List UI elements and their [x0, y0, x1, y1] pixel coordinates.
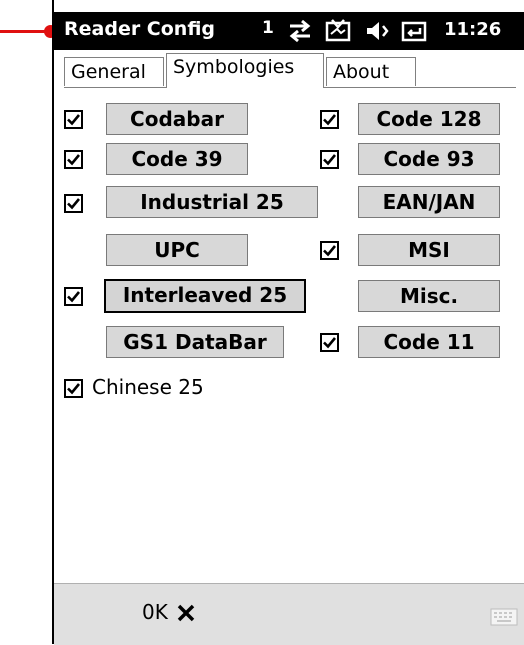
- button-ean-jan[interactable]: EAN/JAN: [358, 186, 500, 218]
- tab-about[interactable]: About: [326, 57, 416, 86]
- checkmark-icon: [67, 383, 81, 395]
- button-upc[interactable]: UPC: [106, 234, 248, 266]
- tab-symbologies[interactable]: Symbologies: [166, 53, 324, 88]
- checkbox-msi[interactable]: [320, 241, 339, 260]
- checkbox-code-11[interactable]: [320, 333, 339, 352]
- button-misc[interactable]: Misc.: [358, 280, 500, 312]
- connection-icon[interactable]: [324, 17, 352, 45]
- battery-icon[interactable]: [400, 17, 428, 45]
- button-gs1-databar[interactable]: GS1 DataBar: [106, 326, 284, 358]
- checkbox-code-93[interactable]: [320, 150, 339, 169]
- sync-arrows-icon[interactable]: [286, 17, 314, 45]
- checkmark-icon: [67, 114, 81, 126]
- symbologies-panel: Codabar Code 128 Code 39 Code 93 Industr…: [54, 88, 524, 583]
- button-code-93[interactable]: Code 93: [358, 143, 500, 175]
- close-x-icon[interactable]: [176, 603, 196, 623]
- checkmark-icon: [323, 337, 337, 349]
- checkbox-codabar[interactable]: [64, 110, 83, 129]
- title-bar: Reader Config 1 11:26: [54, 12, 524, 50]
- annotation-pointer-line: [0, 30, 50, 33]
- checkmark-icon: [323, 154, 337, 166]
- label-chinese-25: Chinese 25: [92, 375, 204, 399]
- checkmark-icon: [323, 114, 337, 126]
- checkbox-interleaved-25[interactable]: [64, 287, 83, 306]
- signal-indicator: 1: [262, 18, 274, 38]
- menu-bar: 0K: [54, 583, 524, 645]
- checkbox-industrial-25[interactable]: [64, 194, 83, 213]
- checkbox-code-39[interactable]: [64, 150, 83, 169]
- app-title: Reader Config: [64, 18, 216, 40]
- button-codabar[interactable]: Codabar: [106, 103, 248, 135]
- checkbox-code-128[interactable]: [320, 110, 339, 129]
- button-msi[interactable]: MSI: [358, 234, 500, 266]
- clock: 11:26: [444, 19, 502, 40]
- ok-button[interactable]: 0K: [142, 600, 168, 624]
- tab-general[interactable]: General: [64, 57, 164, 86]
- checkmark-icon: [67, 291, 81, 303]
- button-interleaved-25[interactable]: Interleaved 25: [104, 279, 306, 313]
- keyboard-icon[interactable]: [490, 608, 518, 626]
- checkmark-icon: [67, 198, 81, 210]
- button-code-128[interactable]: Code 128: [358, 103, 500, 135]
- button-code-39[interactable]: Code 39: [106, 143, 248, 175]
- speaker-icon[interactable]: [364, 17, 392, 45]
- button-code-11[interactable]: Code 11: [358, 326, 500, 358]
- checkmark-icon: [67, 154, 81, 166]
- device-screen: Reader Config 1 11:26 General Symbologie…: [52, 0, 524, 645]
- checkmark-icon: [323, 245, 337, 257]
- checkbox-chinese-25[interactable]: [64, 379, 83, 398]
- button-industrial-25[interactable]: Industrial 25: [106, 186, 318, 218]
- tab-strip: General Symbologies About: [64, 53, 516, 88]
